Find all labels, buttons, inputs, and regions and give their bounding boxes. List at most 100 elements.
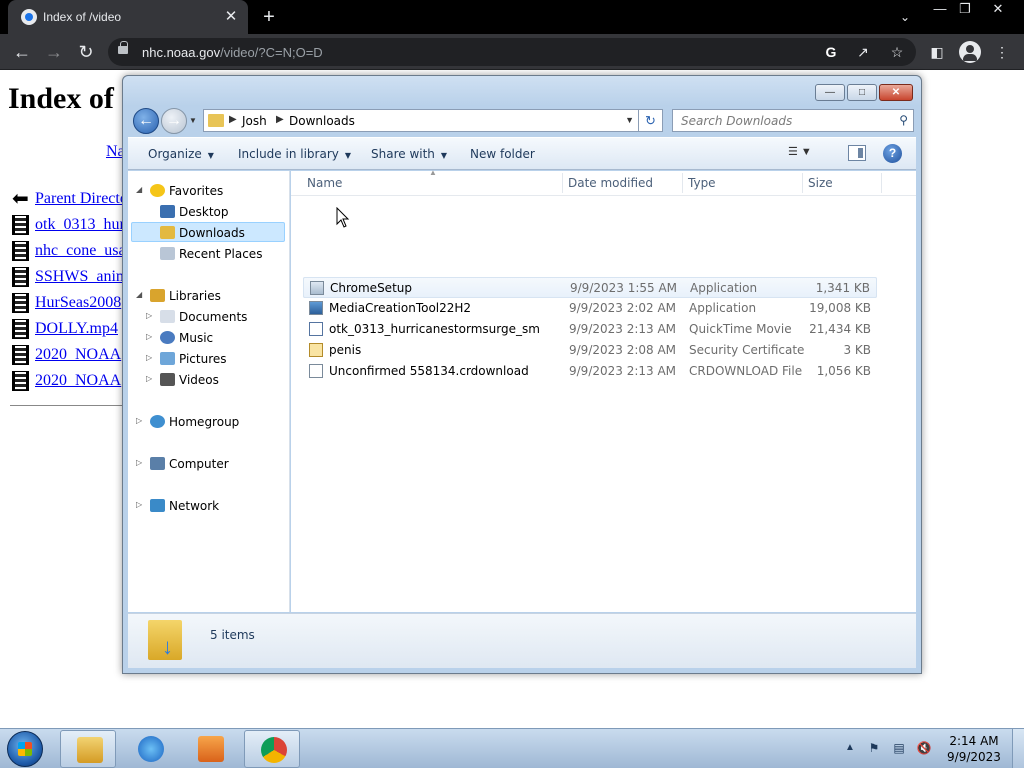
reload-icon[interactable]: ↻ [74, 40, 98, 64]
column-separator[interactable] [682, 173, 683, 193]
network-icon[interactable]: ▤ [891, 740, 907, 756]
blank-file-icon [309, 364, 323, 378]
profile-avatar[interactable] [959, 41, 981, 63]
column-separator[interactable] [562, 173, 563, 193]
chevron-right-icon[interactable]: ▷ [146, 374, 152, 383]
tab-search-button[interactable]: ⌄ [896, 8, 914, 26]
table-row[interactable]: penis 9/9/2023 2:08 AM Security Certific… [303, 340, 877, 361]
back-arrow-icon[interactable]: ← [133, 108, 159, 134]
chevron-down-icon[interactable]: ▼ [625, 115, 634, 125]
nav-libraries[interactable]: ◢ Libraries [128, 286, 288, 306]
file-link[interactable]: DOLLY.mp4 [35, 320, 118, 338]
nav-documents[interactable]: ▷ Documents [128, 307, 288, 327]
nav-homegroup[interactable]: ▷ Homegroup [128, 412, 288, 432]
close-tab-icon[interactable]: ✕ [222, 8, 240, 26]
star-icon[interactable]: ☆ [888, 43, 906, 61]
taskbar-chrome-button[interactable] [244, 730, 300, 768]
column-name[interactable]: Name [307, 176, 342, 190]
chevron-down-icon[interactable]: ◢ [136, 290, 142, 299]
media-player-icon [198, 736, 224, 762]
file-link[interactable]: SSHWS_anim [35, 268, 128, 286]
window-titlebar[interactable] [123, 76, 921, 106]
new-folder-button[interactable]: New folder [470, 147, 535, 161]
parent-directory-link[interactable]: Parent Directo [35, 190, 128, 208]
side-panel-icon[interactable]: ◧ [927, 42, 947, 62]
organize-button[interactable]: Organize ▼ [148, 147, 214, 161]
file-link[interactable]: 2020_NOAA [35, 372, 121, 390]
column-type[interactable]: Type [688, 176, 716, 190]
file-date: 9/9/2023 2:02 AM [569, 301, 677, 315]
menu-icon[interactable]: ⋮ [992, 42, 1012, 62]
url-text[interactable]: nhc.noaa.gov/video/?C=N;O=D [142, 45, 323, 60]
chevron-down-icon[interactable]: ◢ [136, 185, 142, 194]
close-icon[interactable]: ✕ [983, 0, 1013, 18]
table-row[interactable]: otk_0313_hurricanestormsurge_sm 9/9/2023… [303, 319, 877, 340]
nav-favorites[interactable]: ◢ Favorites [128, 181, 288, 201]
column-separator[interactable] [881, 173, 882, 193]
maximize-button[interactable]: □ [847, 84, 877, 101]
view-options-icon[interactable]: ☰ ▼ [788, 145, 828, 163]
chevron-right-icon[interactable]: ▷ [146, 332, 152, 341]
include-in-library-button[interactable]: Include in library ▼ [238, 147, 351, 161]
taskbar-explorer-button[interactable] [60, 730, 116, 768]
action-center-flag-icon[interactable]: ⚑ [866, 740, 882, 756]
close-button[interactable]: ✕ [879, 84, 913, 101]
start-button[interactable] [7, 731, 43, 767]
file-link[interactable]: otk_0313_hur [35, 216, 125, 234]
column-size[interactable]: Size [808, 176, 833, 190]
file-name: MediaCreationTool22H2 [329, 301, 472, 315]
forward-arrow-icon[interactable]: → [42, 40, 66, 64]
help-icon[interactable]: ? [883, 144, 902, 163]
nav-pictures[interactable]: ▷ Pictures [128, 349, 288, 369]
nav-computer[interactable]: ▷ Computer [128, 454, 288, 474]
nav-recent-places[interactable]: Recent Places [128, 244, 288, 264]
breadcrumb-josh[interactable]: Josh [242, 114, 267, 128]
breadcrumb[interactable]: ▶ Josh ▶ Downloads ▼ [203, 109, 639, 132]
forward-arrow-icon[interactable]: → [161, 108, 187, 134]
nav-downloads[interactable]: Downloads [131, 222, 285, 242]
column-date-modified[interactable]: Date modified [568, 176, 653, 190]
chevron-right-icon[interactable]: ▷ [136, 500, 142, 509]
show-desktop-button[interactable] [1012, 729, 1024, 768]
share-icon[interactable]: ↗ [854, 43, 872, 61]
back-arrow-icon[interactable]: ← [10, 40, 34, 64]
chevron-right-icon[interactable]: ▶ [276, 114, 284, 125]
chevron-right-icon[interactable]: ▷ [136, 416, 142, 425]
table-row[interactable]: MediaCreationTool22H2 9/9/2023 2:02 AM A… [303, 298, 877, 319]
preview-pane-icon[interactable] [848, 145, 866, 161]
chevron-up-icon[interactable]: ▲ [845, 742, 855, 753]
table-row[interactable]: ChromeSetup 9/9/2023 1:55 AM Application… [303, 277, 877, 298]
nav-music[interactable]: ▷ Music [128, 328, 288, 348]
refresh-icon[interactable]: ↻ [639, 109, 663, 132]
new-tab-button[interactable]: + [258, 6, 280, 28]
nav-videos[interactable]: ▷ Videos [128, 370, 288, 390]
file-link[interactable]: 2020_NOAA [35, 346, 121, 364]
chevron-right-icon[interactable]: ▷ [146, 353, 152, 362]
search-input[interactable]: Search Downloads ⚲ [672, 109, 914, 132]
chevron-right-icon[interactable]: ▷ [146, 311, 152, 320]
breadcrumb-downloads[interactable]: Downloads [289, 114, 355, 128]
taskbar-media-player-button[interactable] [182, 730, 238, 768]
table-row[interactable]: Unconfirmed 558134.crdownload 9/9/2023 2… [303, 361, 877, 382]
clock[interactable]: 2:14 AM 9/9/2023 [944, 733, 1004, 765]
address-bar[interactable]: nhc.noaa.gov/video/?C=N;O=D G ↗ ☆ [108, 38, 916, 66]
share-with-button[interactable]: Share with ▼ [371, 147, 447, 161]
file-link[interactable]: HurSeas2008 [35, 294, 121, 312]
chevron-right-icon[interactable]: ▷ [136, 458, 142, 467]
restore-icon[interactable]: ❐ [950, 0, 980, 18]
volume-muted-icon[interactable]: 🔇 [916, 740, 932, 756]
file-link[interactable]: nhc_cone_usa [35, 242, 126, 260]
chevron-down-icon[interactable]: ▼ [189, 116, 199, 126]
file-type: Security Certificate [689, 343, 805, 357]
command-bar: Organize ▼ Include in library ▼ Share with… [128, 137, 916, 170]
nav-network[interactable]: ▷ Network [128, 496, 288, 516]
browser-tab[interactable]: Index of /video ✕ [8, 0, 248, 34]
lock-icon[interactable] [118, 41, 128, 54]
chevron-right-icon[interactable]: ▶ [229, 114, 237, 125]
search-icon[interactable]: ⚲ [899, 113, 908, 127]
google-icon[interactable]: G [822, 43, 840, 61]
minimize-button[interactable]: — [815, 84, 845, 101]
taskbar-ie-button[interactable] [122, 730, 178, 768]
column-separator[interactable] [802, 173, 803, 193]
nav-desktop[interactable]: Desktop [128, 202, 288, 222]
